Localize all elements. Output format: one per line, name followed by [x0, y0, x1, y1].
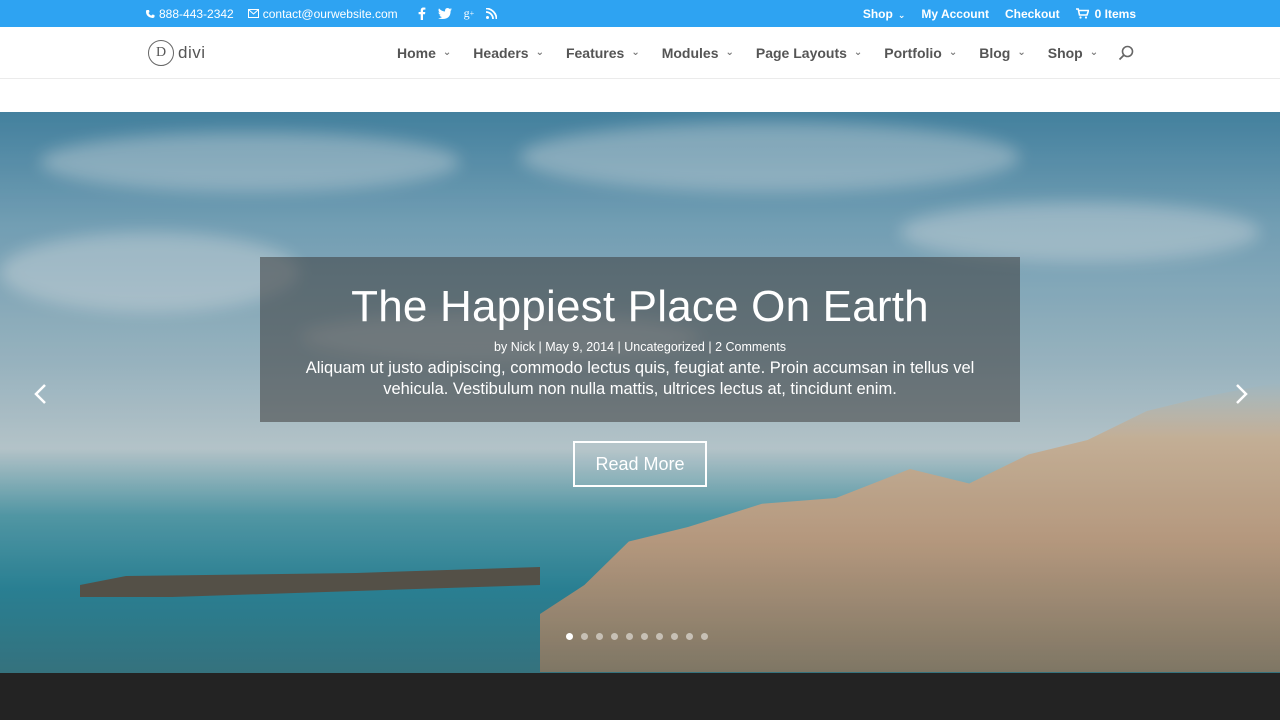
chevron-down-icon: ⌄: [725, 47, 734, 58]
nav-item-shop[interactable]: Shop ⌄: [1048, 45, 1098, 61]
read-more-button[interactable]: Read More: [573, 441, 707, 487]
rss-icon[interactable]: [486, 8, 498, 19]
post-meta: by Nick | May 9, 2014 | Uncategorized | …: [494, 340, 786, 354]
site-logo[interactable]: D divi: [148, 40, 206, 66]
chevron-down-icon: ⌄: [1017, 47, 1026, 58]
post-comments[interactable]: 2 Comments: [715, 340, 786, 354]
phone-number: 888-443-2342: [159, 6, 234, 21]
logo-mark: D: [148, 40, 174, 66]
chevron-down-icon: ⌄: [631, 47, 640, 58]
slider-dot[interactable]: [566, 633, 573, 640]
search-icon[interactable]: [1118, 45, 1134, 61]
slider-dot[interactable]: [596, 633, 603, 640]
slider-dot[interactable]: [611, 633, 618, 640]
email-address: contact@ourwebsite.com: [262, 6, 398, 21]
slider-dot[interactable]: [701, 633, 708, 640]
chevron-down-icon: ⌄: [535, 47, 544, 58]
phone[interactable]: 888-443-2342: [145, 7, 234, 21]
cart-link[interactable]: 0 Items: [1075, 6, 1136, 21]
main-header: D divi Home ⌄ Headers ⌄ Features ⌄ Modules ⌄…: [0, 27, 1280, 78]
secondary-menu-checkout[interactable]: Checkout: [1005, 7, 1060, 21]
google-plus-icon[interactable]: g +: [464, 6, 475, 21]
post-category[interactable]: Uncategorized: [624, 340, 705, 354]
nav-item-headers[interactable]: Headers ⌄: [473, 45, 544, 61]
post-date: May 9, 2014: [545, 340, 615, 354]
logo-word: divi: [178, 43, 206, 62]
hero-slider: The Happiest Place On Earth by Nick | Ma…: [0, 112, 1280, 673]
chevron-left-icon[interactable]: [28, 380, 52, 408]
nav-item-features[interactable]: Features ⌄: [566, 45, 640, 61]
envelope-icon: [247, 9, 259, 18]
chevron-down-icon: ⌄: [853, 47, 863, 58]
nav-item-modules[interactable]: Modules ⌄: [662, 45, 734, 61]
slide-title[interactable]: The Happiest Place On Earth: [260, 283, 1020, 331]
slider-pagination: [566, 633, 708, 640]
facebook-icon[interactable]: [418, 7, 426, 20]
slide-caption: The Happiest Place On Earth by Nick | Ma…: [260, 257, 1020, 422]
nav-item-home[interactable]: Home ⌄: [397, 45, 451, 61]
slide-excerpt: Aliquam ut justo adipiscing, commodo lec…: [305, 359, 975, 398]
slider-dot[interactable]: [626, 633, 633, 640]
email[interactable]: contact@ourwebsite.com: [247, 6, 398, 21]
social-links: g +: [418, 6, 498, 21]
chevron-down-icon: ⌄: [948, 47, 958, 58]
post-author[interactable]: Nick: [511, 340, 535, 354]
chevron-right-icon[interactable]: [1230, 380, 1254, 408]
chevron-down-icon: ⌄: [897, 9, 906, 20]
secondary-menu-my-account[interactable]: My Account: [921, 7, 989, 21]
nav-item-page-layouts[interactable]: Page Layouts ⌄: [756, 45, 862, 61]
nav-item-blog[interactable]: Blog ⌄: [979, 45, 1026, 61]
slider-dot[interactable]: [686, 633, 693, 640]
secondary-menu-shop[interactable]: Shop ⌄: [863, 7, 906, 21]
dark-section: [0, 673, 1280, 720]
chevron-down-icon: ⌄: [1089, 47, 1099, 58]
slider-dot[interactable]: [656, 633, 663, 640]
slider-dot[interactable]: [641, 633, 648, 640]
contact-info: 888-443-2342 contact@ourwebsite.com g +: [145, 0, 498, 27]
cart-count: 0 Items: [1094, 6, 1136, 21]
main-nav: Home ⌄ Headers ⌄ Features ⌄ Modules ⌄ Page L…: [397, 27, 1120, 78]
slider-dot[interactable]: [671, 633, 678, 640]
twitter-icon[interactable]: [437, 8, 452, 19]
chevron-down-icon: ⌄: [442, 47, 452, 58]
top-bar: 888-443-2342 contact@ourwebsite.com g + S…: [0, 0, 1280, 27]
slider-dot[interactable]: [581, 633, 588, 640]
cart-icon: [1075, 8, 1089, 19]
secondary-menu: Shop ⌄ My Account Checkout 0 Items: [863, 0, 1136, 27]
phone-icon: [145, 9, 155, 19]
nav-item-portfolio[interactable]: Portfolio ⌄: [884, 45, 957, 61]
